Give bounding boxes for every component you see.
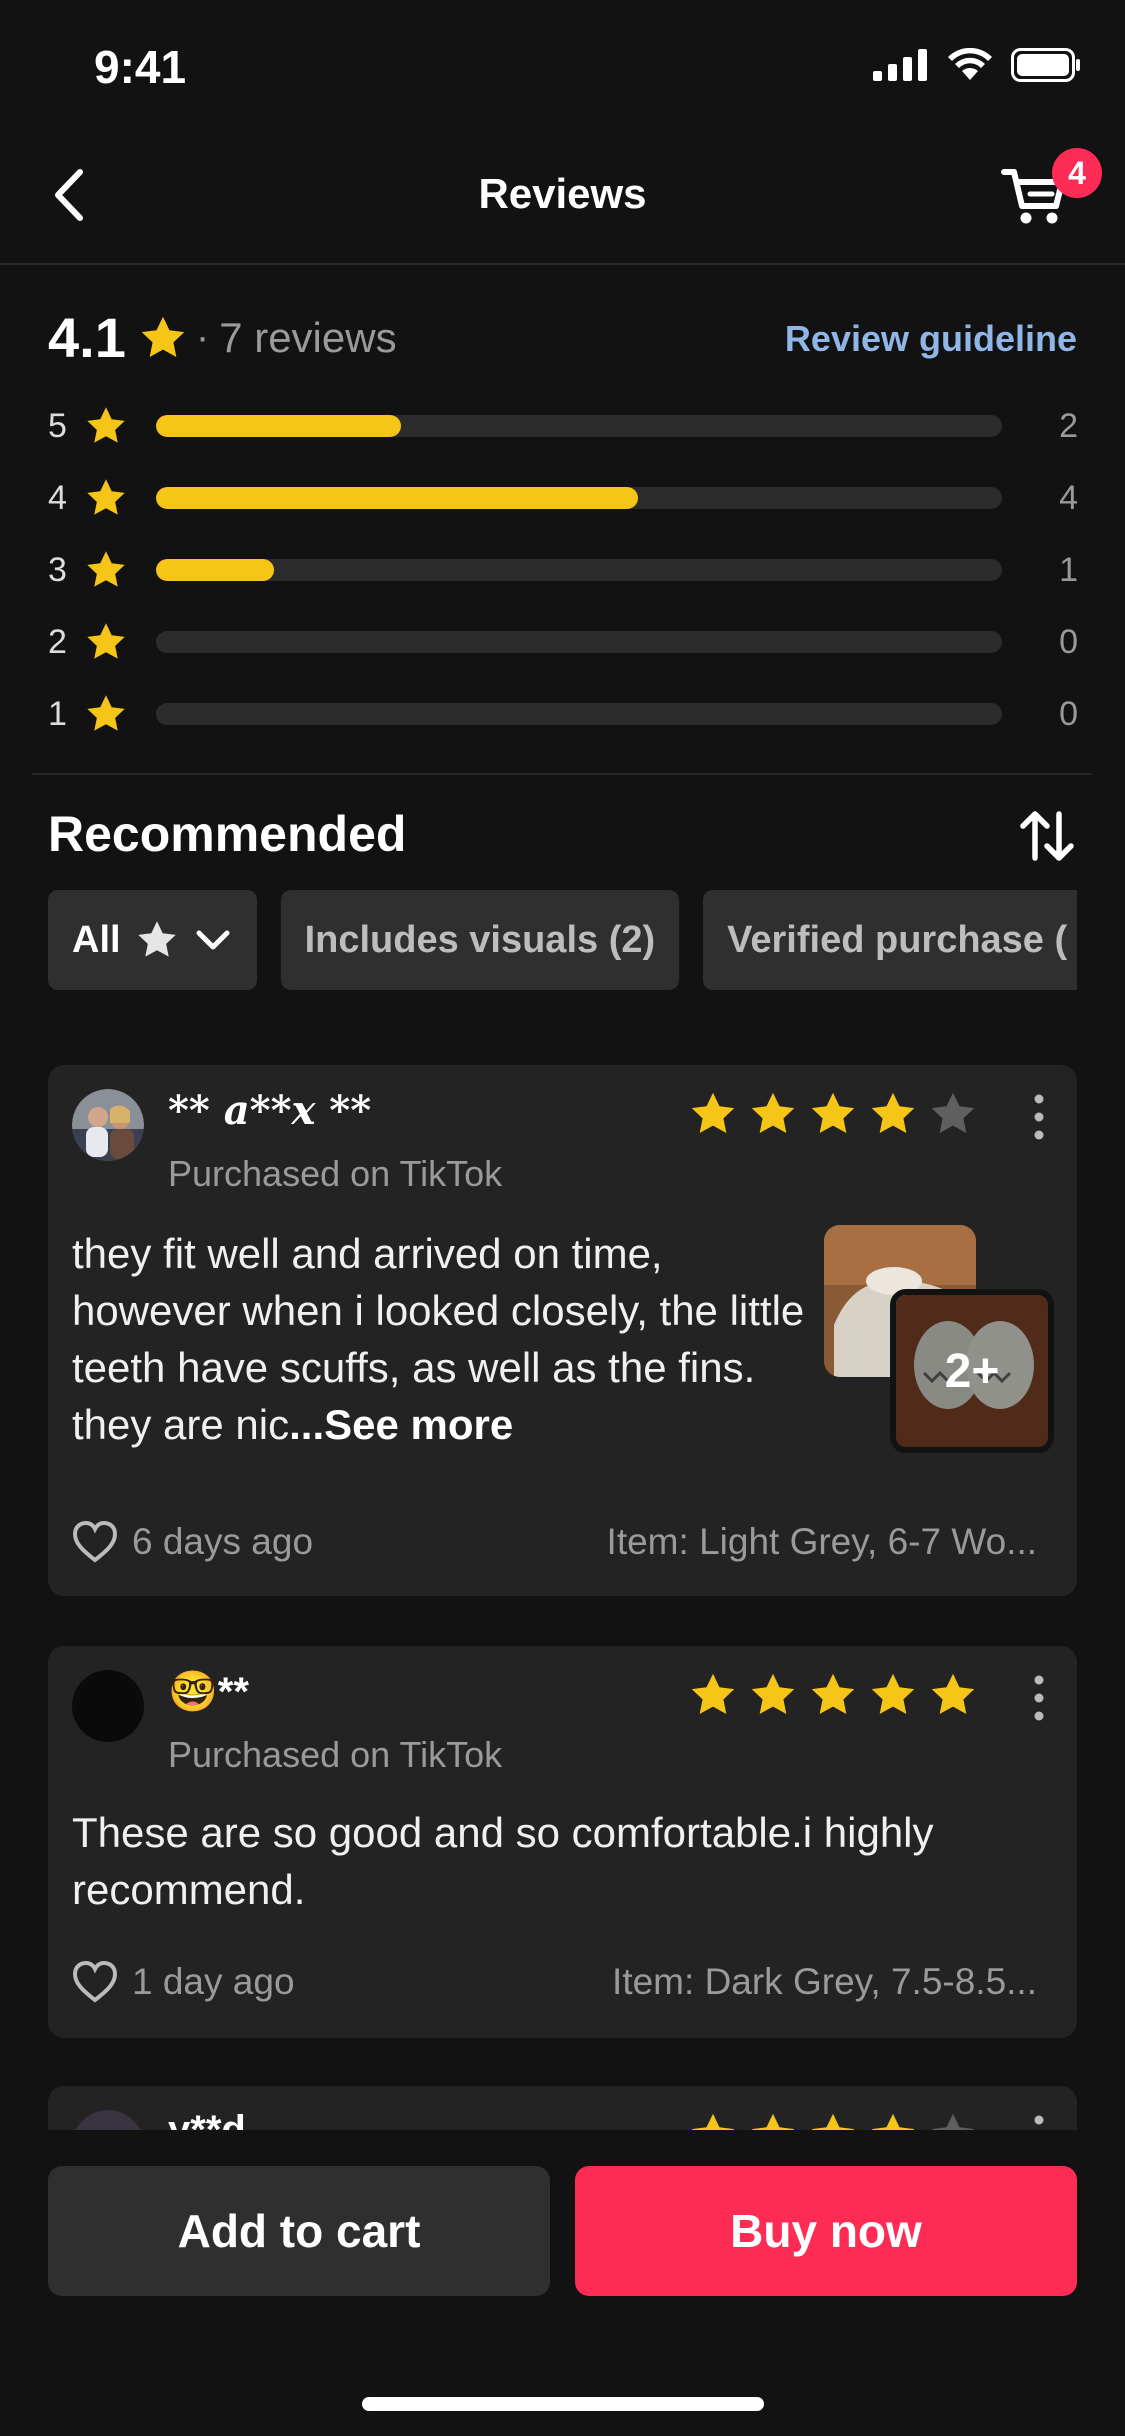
star-icon — [87, 623, 125, 659]
review-item-variant: Item: Light Grey, 6-7 Wo... — [606, 1521, 1037, 1562]
review-count: 7 reviews — [219, 313, 397, 361]
review-card[interactable]: ** a**x ** Purchased on TikTok they fit … — [48, 1065, 1077, 1596]
filter-verified-purchase[interactable]: Verified purchase ( — [703, 890, 1077, 990]
cellular-signal-icon — [873, 49, 927, 81]
see-more-link[interactable]: ...See more — [289, 1401, 513, 1448]
battery-icon — [1011, 48, 1080, 82]
review-footer: 1 day ago Item: Dark Grey, 7.5-8.5... — [72, 1960, 1037, 2004]
filter-all-stars[interactable]: All — [48, 890, 257, 990]
star-icon — [751, 1673, 795, 1714]
section-divider — [32, 773, 1092, 775]
rating-bar-count: 4 — [1059, 478, 1078, 517]
separator-dot: · — [195, 315, 210, 359]
buy-now-button[interactable]: Buy now — [575, 2166, 1077, 2296]
review-item-variant: Item: Dark Grey, 7.5-8.5... — [612, 1961, 1037, 2002]
review-stars — [688, 1670, 978, 1720]
rating-bar-label: 4 — [48, 478, 67, 517]
review-text[interactable]: they fit well and arrived on time, howev… — [72, 1225, 812, 1453]
more-options-icon[interactable] — [1031, 1674, 1047, 1722]
header-divider — [0, 263, 1125, 265]
star-icon — [811, 1673, 855, 1714]
rating-bar-fill — [156, 559, 275, 581]
purchase-source: Purchased on TikTok — [168, 1734, 503, 1775]
more-photos-thumbnail[interactable]: 2+ — [890, 1289, 1054, 1453]
rating-bar-track — [156, 559, 1002, 581]
star-icon — [87, 695, 125, 731]
avatar — [72, 1089, 144, 1161]
filter-all-label: All — [72, 918, 121, 961]
rating-bar-3[interactable]: 3 1 — [48, 548, 1078, 592]
rating-summary: 4.1 · 7 reviews — [48, 305, 397, 370]
filter-chips: All Includes visuals (2) Verified purcha… — [48, 890, 1077, 990]
rating-bar-5[interactable]: 5 2 — [48, 404, 1078, 448]
add-to-cart-button[interactable]: Add to cart — [48, 2166, 550, 2296]
rating-bar-label: 2 — [48, 622, 67, 661]
status-icons — [873, 48, 1081, 82]
avatar — [72, 1670, 144, 1742]
star-icon — [691, 1673, 735, 1714]
page-title: Reviews — [478, 170, 647, 217]
heart-icon[interactable] — [72, 1520, 118, 1564]
sort-icon[interactable] — [1017, 806, 1077, 866]
star-icon — [691, 1092, 735, 1133]
star-icon — [871, 1092, 915, 1133]
purchase-source: Purchased on TikTok — [168, 1153, 503, 1194]
star-icon — [87, 479, 125, 515]
rating-bar-track — [156, 631, 1002, 653]
rating-bar-count: 0 — [1059, 694, 1078, 733]
rating-bar-count: 2 — [1059, 406, 1078, 445]
home-indicator — [362, 2397, 764, 2411]
rating-bar-fill — [156, 415, 402, 437]
star-icon — [87, 551, 125, 587]
rating-bar-count: 1 — [1059, 550, 1078, 589]
star-icon — [137, 921, 176, 957]
rating-bar-track — [156, 487, 1002, 509]
chevron-down-icon — [196, 930, 230, 950]
rating-bar-fill — [156, 487, 639, 509]
reviewer-name: ** a**x ** — [168, 1087, 372, 1134]
average-rating: 4.1 — [48, 306, 126, 369]
rating-bar-track — [156, 703, 1002, 725]
star-icon — [931, 1673, 975, 1714]
star-icon — [141, 316, 185, 357]
rating-bar-count: 0 — [1059, 622, 1078, 661]
star-icon — [87, 407, 125, 443]
review-time: 1 day ago — [132, 1961, 295, 2002]
rating-bar-4[interactable]: 4 4 — [48, 476, 1078, 520]
sort-title: Recommended — [48, 806, 407, 862]
rating-bar-label: 1 — [48, 694, 67, 733]
rating-bar-label: 5 — [48, 406, 67, 445]
review-footer: 6 days ago Item: Light Grey, 6-7 Wo... — [72, 1520, 1037, 1564]
star-icon — [931, 1092, 975, 1133]
review-body[interactable]: These are so good and so comfortable.i h… — [72, 1804, 1062, 1918]
star-icon — [811, 1092, 855, 1133]
rating-bar-2[interactable]: 2 0 — [48, 620, 1078, 664]
status-time: 9:41 — [94, 41, 187, 93]
cart-count-badge: 4 — [1052, 148, 1102, 198]
wifi-icon — [948, 48, 992, 80]
review-time: 6 days ago — [132, 1521, 314, 1562]
star-icon — [871, 1673, 915, 1714]
rating-bar-label: 3 — [48, 550, 67, 589]
heart-icon[interactable] — [72, 1960, 118, 2004]
more-options-icon[interactable] — [1031, 1093, 1047, 1141]
filter-includes-visuals[interactable]: Includes visuals (2) — [280, 890, 680, 990]
review-card[interactable]: 🤓** Purchased on TikTok These are so goo… — [48, 1646, 1077, 2038]
rating-bar-track — [156, 415, 1002, 437]
rating-bar-1[interactable]: 1 0 — [48, 692, 1078, 736]
reviewer-name: 🤓** — [168, 1670, 249, 1714]
review-stars — [688, 1089, 978, 1139]
more-photos-count: 2+ — [896, 1295, 1048, 1447]
review-guideline-link[interactable]: Review guideline — [785, 318, 1077, 360]
star-icon — [751, 1092, 795, 1133]
